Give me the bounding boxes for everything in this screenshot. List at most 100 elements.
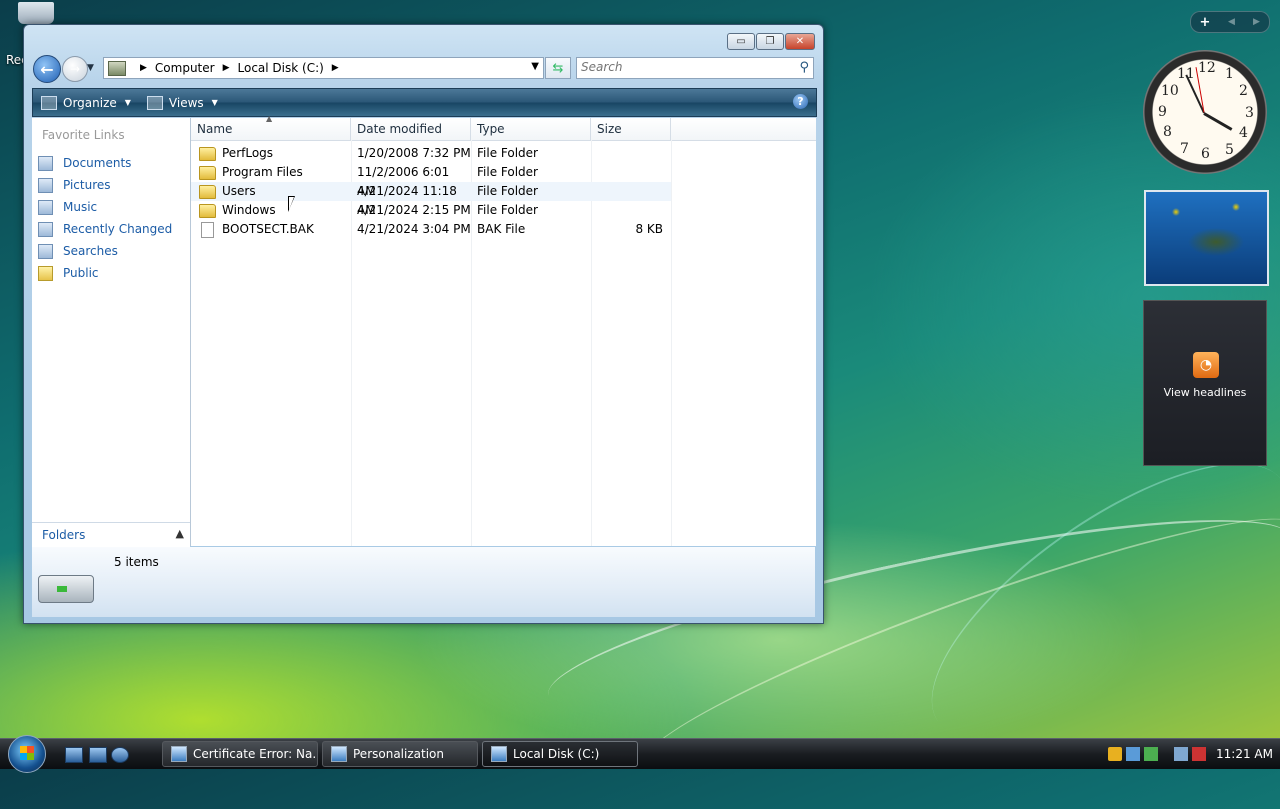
favorite-links-title: Favorite Links — [42, 128, 125, 142]
previous-page-icon[interactable]: ◀ — [1219, 17, 1244, 27]
views-menu[interactable]: Views ▼ — [139, 89, 226, 116]
forward-arrow-icon: → — [69, 62, 81, 76]
breadcrumb-local-disk[interactable]: Local Disk (C:) — [238, 61, 324, 75]
command-bar: Organize ▼ Views ▼ ? — [32, 88, 817, 117]
taskbar: Certificate Error: Na... Personalization… — [0, 735, 1280, 773]
breadcrumb-computer[interactable]: Computer — [155, 61, 215, 75]
clock-numeral: 6 — [1201, 146, 1210, 162]
file-size — [591, 144, 671, 163]
taskbar-item-label: Certificate Error: Na... — [193, 747, 317, 761]
file-row-bootsect[interactable]: BOOTSECT.BAK 4/21/2024 3:04 PM BAK File … — [191, 220, 671, 239]
start-button[interactable] — [8, 735, 46, 773]
back-arrow-icon: ← — [40, 59, 54, 79]
recycle-bin-icon[interactable] — [18, 2, 54, 24]
file-name: PerfLogs — [222, 146, 274, 160]
recent-pages-dropdown[interactable]: ▼ — [87, 63, 94, 73]
organize-icon — [41, 95, 57, 110]
search-icon[interactable]: ⚲ — [799, 60, 809, 75]
folder-icon — [199, 165, 216, 180]
file-row-program-files[interactable]: Program Files 11/2/2006 6:01 AM File Fol… — [191, 163, 671, 198]
column-header-date[interactable]: Date modified — [351, 118, 471, 140]
file-date: 11/2/2006 6:01 AM — [357, 165, 450, 198]
folders-toggle[interactable]: Folders ▲ — [32, 522, 190, 547]
tray-spacer — [1162, 747, 1170, 761]
security-shield-icon[interactable] — [1108, 747, 1122, 761]
minimize-button[interactable]: ▭ — [727, 33, 755, 50]
nav-item-searches[interactable]: Searches — [38, 240, 172, 262]
nav-item-pictures[interactable]: Pictures — [38, 174, 172, 196]
nav-item-documents[interactable]: Documents — [38, 152, 172, 174]
explorer-window: ▭ ❐ ✕ ← → ▼ ▶ Computer ▶ Local Disk (C:)… — [23, 24, 824, 624]
sidebar-tray-icon[interactable] — [1144, 747, 1158, 761]
refresh-button[interactable]: ⇆ — [545, 57, 571, 79]
file-size — [591, 163, 671, 182]
file-row-perflogs[interactable]: PerfLogs 1/20/2008 7:32 PM File Folder — [191, 144, 671, 163]
chevron-down-icon: ▼ — [124, 98, 131, 107]
volume-muted-icon[interactable] — [1192, 747, 1206, 761]
taskbar-item-certificate-error[interactable]: Certificate Error: Na... — [162, 741, 318, 767]
column-header-size[interactable]: Size — [591, 118, 671, 140]
item-count: 5 items — [114, 555, 159, 569]
help-icon[interactable]: ? — [793, 94, 808, 109]
file-date: 4/21/2024 3:04 PM — [357, 222, 471, 236]
next-page-icon[interactable]: ▶ — [1244, 17, 1269, 27]
chevron-right-icon[interactable]: ▶ — [332, 63, 339, 73]
network-icon[interactable] — [1174, 747, 1188, 761]
clock-numeral: 1 — [1225, 66, 1234, 82]
file-name: Users — [222, 184, 256, 198]
file-list-pane: Name Date modified Type Size ▲ PerfLogs … — [191, 114, 816, 546]
file-type: File Folder — [477, 146, 538, 160]
internet-explorer-icon[interactable] — [111, 747, 129, 763]
file-name-cell: BOOTSECT.BAK — [191, 220, 351, 239]
feed-headlines-gadget[interactable]: ◔ View headlines — [1143, 300, 1267, 466]
file-name: BOOTSECT.BAK — [222, 222, 314, 236]
file-icon — [201, 221, 214, 238]
nav-item-public[interactable]: Public — [38, 262, 172, 284]
close-button[interactable]: ✕ — [785, 33, 815, 50]
search-input[interactable] — [577, 58, 786, 76]
views-icon — [146, 95, 163, 110]
add-gadget-button[interactable]: + — [1191, 15, 1219, 30]
nav-item-music[interactable]: Music — [38, 196, 172, 218]
clock-gadget[interactable]: 12 1 2 3 4 5 6 7 8 9 10 11 — [1143, 50, 1267, 174]
address-dropdown-icon[interactable]: ▼ — [531, 61, 539, 72]
taskbar-item-local-disk[interactable]: Local Disk (C:) — [482, 741, 638, 767]
switch-windows-icon[interactable] — [89, 747, 107, 763]
column-header-type[interactable]: Type — [471, 118, 591, 140]
file-date: 1/20/2008 7:32 PM — [357, 146, 471, 160]
searches-icon — [38, 243, 53, 259]
file-name-cell: Windows — [191, 201, 351, 220]
search-box[interactable]: ⚲ — [576, 57, 814, 79]
forward-button[interactable]: → — [62, 56, 88, 82]
taskbar-item-label: Local Disk (C:) — [513, 747, 600, 761]
taskbar-clock[interactable]: 11:21 AM — [1216, 747, 1273, 761]
nav-item-label: Pictures — [63, 178, 111, 192]
refresh-icon: ⇆ — [552, 60, 564, 76]
details-pane: 5 items — [32, 547, 815, 617]
file-list: PerfLogs 1/20/2008 7:32 PM File Folder P… — [191, 144, 671, 239]
file-row-users[interactable]: Users 4/21/2024 11:18 AM File Folder — [191, 182, 671, 217]
address-bar[interactable]: ▶ Computer ▶ Local Disk (C:) ▶ ▼ — [103, 57, 544, 79]
windows-update-icon[interactable] — [1126, 747, 1140, 761]
taskbar-item-personalization[interactable]: Personalization — [322, 741, 478, 767]
file-size: 8 KB — [635, 222, 663, 236]
clock-numeral: 9 — [1158, 104, 1167, 120]
maximize-button[interactable]: ❐ — [756, 33, 784, 50]
back-button[interactable]: ← — [33, 55, 61, 83]
folder-icon — [199, 203, 216, 218]
clock-numeral: 3 — [1245, 105, 1254, 121]
slideshow-gadget[interactable] — [1144, 190, 1269, 286]
show-desktop-icon[interactable] — [65, 747, 83, 763]
nav-item-recently-changed[interactable]: Recently Changed — [38, 218, 172, 240]
chevron-right-icon[interactable]: ▶ — [223, 63, 230, 73]
file-row-windows[interactable]: Windows 4/21/2024 2:15 PM File Folder — [191, 201, 671, 220]
view-headlines-link[interactable]: View headlines — [1144, 386, 1266, 399]
file-name-cell: Program Files — [191, 163, 351, 182]
folders-label: Folders — [42, 528, 86, 542]
chevron-right-icon[interactable]: ▶ — [140, 63, 147, 73]
clock-numeral: 5 — [1225, 142, 1234, 158]
organize-menu[interactable]: Organize ▼ — [33, 89, 139, 116]
column-divider — [671, 140, 672, 546]
file-type: BAK File — [477, 222, 526, 236]
file-type: File Folder — [477, 184, 538, 198]
